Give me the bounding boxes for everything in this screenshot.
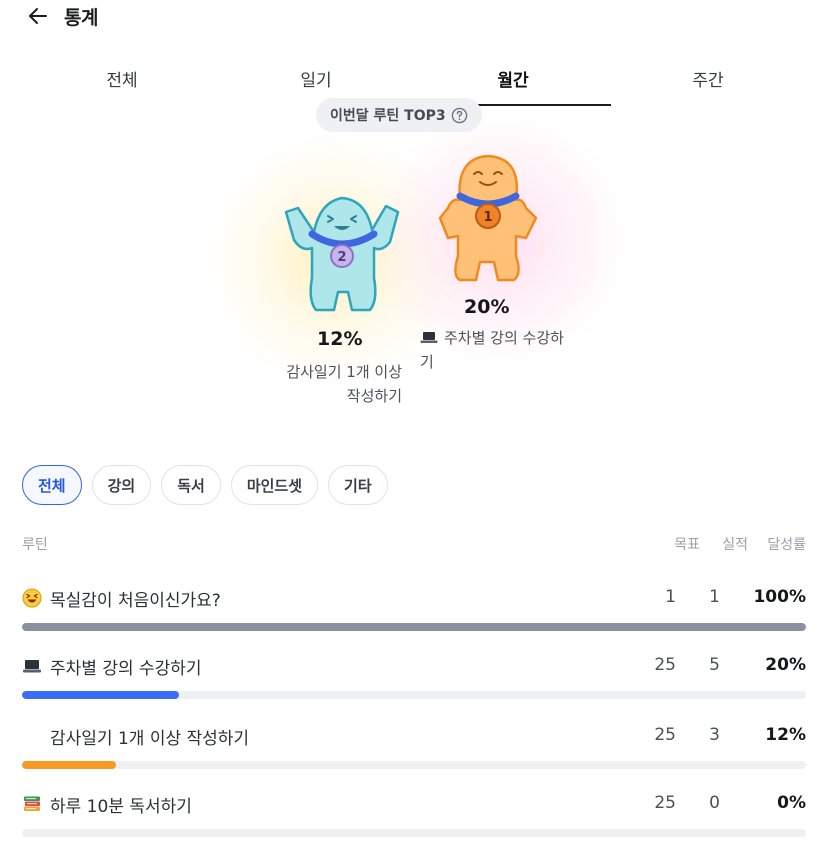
top3-title: 이번달 루틴 TOP3: [330, 108, 446, 124]
header: 통계: [26, 0, 98, 32]
progress-track: [22, 829, 806, 837]
routine-name: 하루 10분 독서하기: [50, 796, 192, 817]
header-rate: 달성률: [767, 537, 806, 553]
table-row[interactable]: 목실감이 처음이신가요? 1 1 100%: [22, 585, 806, 645]
table-row[interactable]: 하루 10분 독서하기 25 0 0%: [22, 791, 806, 841]
table-row[interactable]: 주차별 강의 수강하기 25 5 20%: [22, 653, 806, 713]
rank-1-name: 주차별 강의 수강하기: [420, 329, 564, 371]
chip-lecture[interactable]: 강의: [91, 465, 152, 505]
table-header: 루틴 목표 실적 달성률: [22, 534, 806, 556]
rate-value: 100%: [753, 587, 806, 607]
chip-all[interactable]: 전체: [22, 465, 82, 505]
rank-1-percent: 20%: [464, 296, 510, 318]
progress-track: [22, 623, 806, 631]
rank-2-percent: 12%: [317, 328, 363, 350]
svg-text:2: 2: [337, 250, 346, 265]
rate-value: 12%: [765, 725, 806, 745]
progress-fill: [22, 623, 806, 631]
rank-2-character: 2: [284, 196, 400, 312]
actual-value: 1: [709, 587, 720, 607]
page-title: 통계: [64, 6, 98, 29]
routine-name: 감사일기 1개 이상 작성하기: [50, 728, 250, 749]
laughing-face-icon: [22, 588, 42, 608]
rate-value: 20%: [765, 655, 806, 675]
rank-1-character: 1: [438, 154, 538, 282]
progress-track: [22, 761, 806, 769]
chip-mindset[interactable]: 마인드셋: [230, 465, 319, 505]
svg-text:1: 1: [483, 210, 492, 225]
routine-name: 주차별 강의 수강하기: [50, 658, 202, 679]
actual-value: 0: [709, 793, 720, 813]
actual-value: 5: [709, 655, 720, 675]
progress-fill: [22, 761, 117, 769]
tab-diary[interactable]: 일기: [236, 66, 396, 91]
chip-reading[interactable]: 독서: [161, 465, 221, 505]
goal-value: 25: [654, 793, 676, 813]
question-circle-icon[interactable]: [451, 107, 468, 124]
rank-2-name: 감사일기 1개 이상 작성하기: [286, 363, 402, 405]
table-row[interactable]: 감사일기 1개 이상 작성하기 25 3 12%: [22, 723, 806, 783]
rate-value: 0%: [777, 793, 806, 813]
category-filter: 전체 강의 독서 마인드셋 기타: [22, 465, 388, 505]
header-actual: 실적: [722, 537, 748, 553]
goal-value: 25: [654, 655, 676, 675]
laptop-icon: [23, 660, 41, 673]
progress-fill: [22, 691, 179, 699]
header-routine: 루틴: [22, 537, 48, 553]
laptop-icon: [420, 332, 438, 343]
tab-monthly[interactable]: 월간: [433, 66, 593, 91]
progress-track: [22, 691, 806, 699]
chip-etc[interactable]: 기타: [328, 465, 388, 505]
arrow-left-icon[interactable]: [26, 4, 50, 28]
top3-label: 이번달 루틴 TOP3: [316, 98, 482, 132]
tab-weekly[interactable]: 주간: [628, 66, 788, 91]
goal-value: 1: [665, 587, 676, 607]
header-goal: 목표: [674, 537, 700, 553]
books-icon: [24, 796, 40, 811]
routine-name: 목실감이 처음이신가요?: [50, 590, 221, 611]
tab-all[interactable]: 전체: [42, 66, 202, 91]
goal-value: 25: [654, 725, 676, 745]
actual-value: 3: [709, 725, 720, 745]
